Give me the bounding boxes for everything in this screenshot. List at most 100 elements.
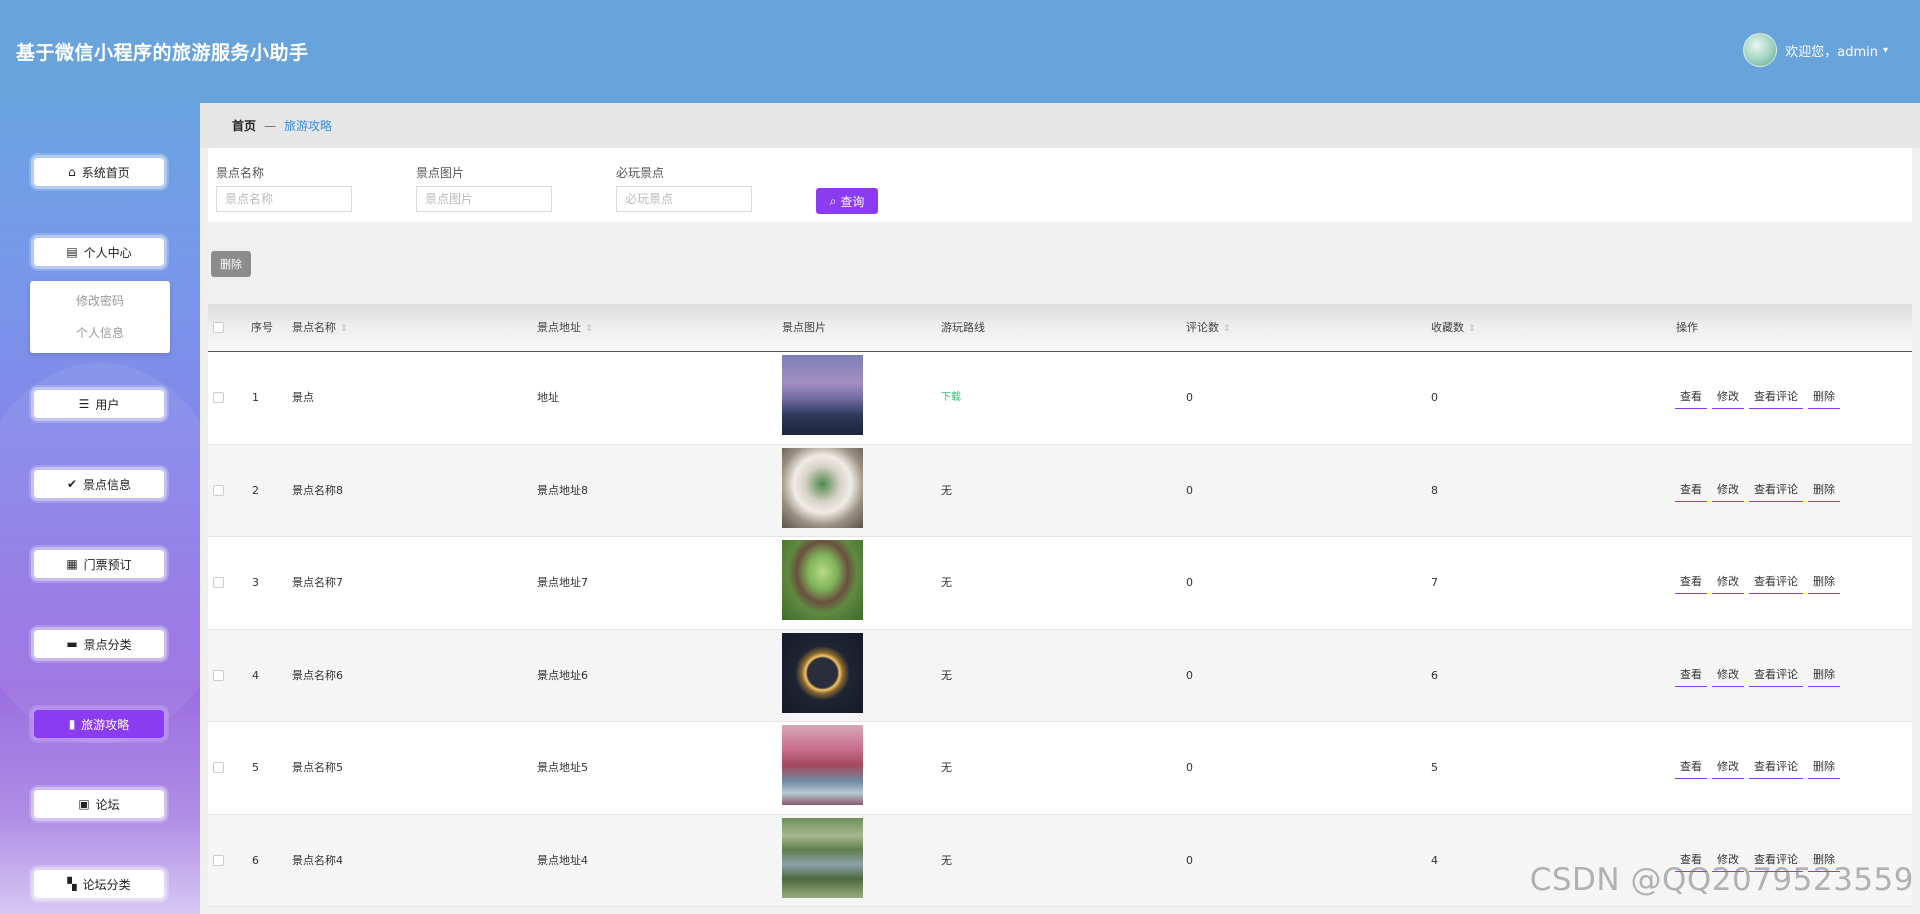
- query-button[interactable]: ⌕ 查询: [816, 188, 878, 214]
- app-title: 基于微信小程序的旅游服务小助手: [16, 42, 309, 64]
- sidebar-item-scenic-category[interactable]: ▬ 景点分类: [34, 630, 164, 658]
- row-checkbox[interactable]: [213, 669, 224, 681]
- query-button-label: 查询: [840, 194, 865, 209]
- edit-button[interactable]: 修改: [1712, 385, 1744, 409]
- scenic-image[interactable]: [782, 540, 863, 620]
- search-field-image: 景点图片: [416, 164, 552, 212]
- submenu-personal-info[interactable]: 个人信息: [30, 317, 170, 349]
- table-row: 1 景点 地址 下载 0 0 查看 修改 查看评论 删除: [208, 352, 1912, 445]
- sort-icon[interactable]: ⇕: [340, 324, 348, 334]
- edit-button[interactable]: 修改: [1712, 662, 1744, 687]
- cell-route: 无: [941, 483, 952, 497]
- row-actions: 查看 修改 查看评论 删除: [1675, 662, 1840, 687]
- user-greeting[interactable]: 欢迎您，admin: [1785, 41, 1878, 60]
- delete-button[interactable]: 删除: [1808, 755, 1840, 779]
- column-header-label: 景点名称: [292, 321, 336, 334]
- cell-name: 景点名称5: [292, 761, 343, 774]
- cell-address: 地址: [537, 391, 559, 404]
- breadcrumb-home[interactable]: 首页: [232, 117, 256, 134]
- edit-button[interactable]: 修改: [1712, 570, 1744, 594]
- row-checkbox[interactable]: [213, 762, 224, 773]
- apps-icon: ▚: [67, 877, 77, 891]
- sort-icon[interactable]: ⇕: [1223, 324, 1231, 334]
- table-header: 序号 景点名称 ⇕ 景点地址 ⇕ 景点图片 游玩路线 评论数 ⇕ 收藏数 ⇕ 操作: [208, 304, 1912, 352]
- cell-address: 景点地址6: [537, 668, 588, 682]
- sidebar-item-users[interactable]: ☰ 用户: [34, 390, 164, 418]
- scenic-image[interactable]: [782, 725, 863, 805]
- select-all-checkbox[interactable]: [213, 322, 224, 333]
- row-actions: 查看 修改 查看评论 删除: [1675, 477, 1840, 502]
- breadcrumb: 首页 — 旅游攻略: [200, 103, 1920, 148]
- row-checkbox[interactable]: [213, 484, 224, 496]
- cell-index: 1: [252, 391, 259, 404]
- sidebar-item-scenic-info[interactable]: ✔ 景点信息: [34, 470, 164, 498]
- chevron-down-icon[interactable]: ▾: [1883, 45, 1888, 56]
- sort-icon[interactable]: ⇕: [585, 324, 593, 334]
- search-input-must-play[interactable]: [616, 186, 752, 212]
- column-header-label: 评论数: [1186, 321, 1219, 334]
- scenic-image[interactable]: [782, 355, 863, 435]
- row-checkbox[interactable]: [213, 854, 224, 866]
- user-menu[interactable]: 欢迎您，admin ▾: [1743, 33, 1888, 67]
- scenic-image[interactable]: [782, 817, 863, 898]
- view-button[interactable]: 查看: [1675, 385, 1707, 409]
- delete-button[interactable]: 删除: [1808, 477, 1840, 502]
- sidebar-item-ticket-booking[interactable]: ▦ 门票预订: [34, 550, 164, 578]
- view-comments-button[interactable]: 查看评论: [1749, 385, 1803, 409]
- sort-icon[interactable]: ⇕: [1468, 324, 1476, 334]
- view-comments-button[interactable]: 查看评论: [1749, 662, 1803, 687]
- search-input-name[interactable]: [216, 186, 352, 212]
- row-checkbox[interactable]: [213, 577, 224, 588]
- delete-button[interactable]: 删除: [1808, 570, 1840, 594]
- column-header-comments[interactable]: 评论数 ⇕: [1186, 304, 1231, 352]
- column-header-favorites[interactable]: 收藏数 ⇕: [1431, 304, 1476, 352]
- cell-address: 景点地址4: [537, 853, 588, 867]
- view-comments-button[interactable]: 查看评论: [1749, 477, 1803, 502]
- sidebar-item-forum[interactable]: ▣ 论坛: [34, 790, 164, 818]
- sidebar-item-profile[interactable]: ▤ 个人中心: [34, 238, 164, 266]
- cell-name: 景点名称7: [292, 576, 343, 589]
- search-input-image[interactable]: [416, 186, 552, 212]
- view-comments-button[interactable]: 查看评论: [1749, 755, 1803, 779]
- monitor-icon: ▬: [66, 637, 78, 651]
- cell-index: 6: [252, 853, 259, 867]
- submenu-change-password[interactable]: 修改密码: [30, 285, 170, 317]
- column-header-label: 景点地址: [537, 321, 581, 334]
- sidebar-item-forum-category[interactable]: ▚ 论坛分类: [34, 870, 164, 898]
- avatar[interactable]: [1743, 33, 1778, 67]
- column-header-address[interactable]: 景点地址 ⇕: [537, 304, 593, 352]
- column-header-label: 收藏数: [1431, 321, 1464, 334]
- breadcrumb-current: 旅游攻略: [284, 119, 333, 133]
- cell-route: 无: [941, 576, 952, 589]
- search-panel: 景点名称 景点图片 必玩景点 ⌕ 查询: [208, 148, 1912, 222]
- cell-favorites: 4: [1431, 853, 1438, 867]
- view-comments-button[interactable]: 查看评论: [1749, 570, 1803, 594]
- view-button[interactable]: 查看: [1675, 477, 1707, 502]
- profile-icon: ▤: [66, 245, 78, 259]
- scenic-image[interactable]: [782, 447, 863, 528]
- table-body: 1 景点 地址 下载 0 0 查看 修改 查看评论 删除 2 景点名称8 景点地…: [208, 352, 1912, 907]
- view-button[interactable]: 查看: [1675, 570, 1707, 594]
- delete-button[interactable]: 删除: [1808, 385, 1840, 409]
- edit-button[interactable]: 修改: [1712, 755, 1744, 779]
- sidebar-item-travel-guide[interactable]: ▮ 旅游攻略: [34, 710, 164, 738]
- sidebar-item-label: 个人中心: [83, 245, 132, 260]
- view-button[interactable]: 查看: [1675, 755, 1707, 779]
- column-header-name[interactable]: 景点名称 ⇕: [292, 304, 348, 352]
- edit-button[interactable]: 修改: [1712, 477, 1744, 502]
- row-checkbox[interactable]: [213, 392, 224, 403]
- bulk-delete-button[interactable]: 删除: [211, 251, 251, 277]
- route-download-link[interactable]: 下载: [941, 352, 961, 444]
- sidebar-item-home[interactable]: ⌂ 系统首页: [34, 158, 164, 186]
- cell-comments: 0: [1186, 761, 1193, 774]
- cell-route: 无: [941, 668, 952, 682]
- cell-favorites: 0: [1431, 391, 1438, 404]
- view-button[interactable]: 查看: [1675, 662, 1707, 687]
- cell-name: 景点: [292, 391, 314, 404]
- delete-button[interactable]: 删除: [1808, 662, 1840, 687]
- row-actions: 查看 修改 查看评论 删除: [1675, 570, 1840, 594]
- cell-comments: 0: [1186, 391, 1193, 404]
- column-header-image: 景点图片: [782, 321, 826, 334]
- grid-icon: ▦: [66, 557, 78, 571]
- scenic-image[interactable]: [782, 632, 863, 713]
